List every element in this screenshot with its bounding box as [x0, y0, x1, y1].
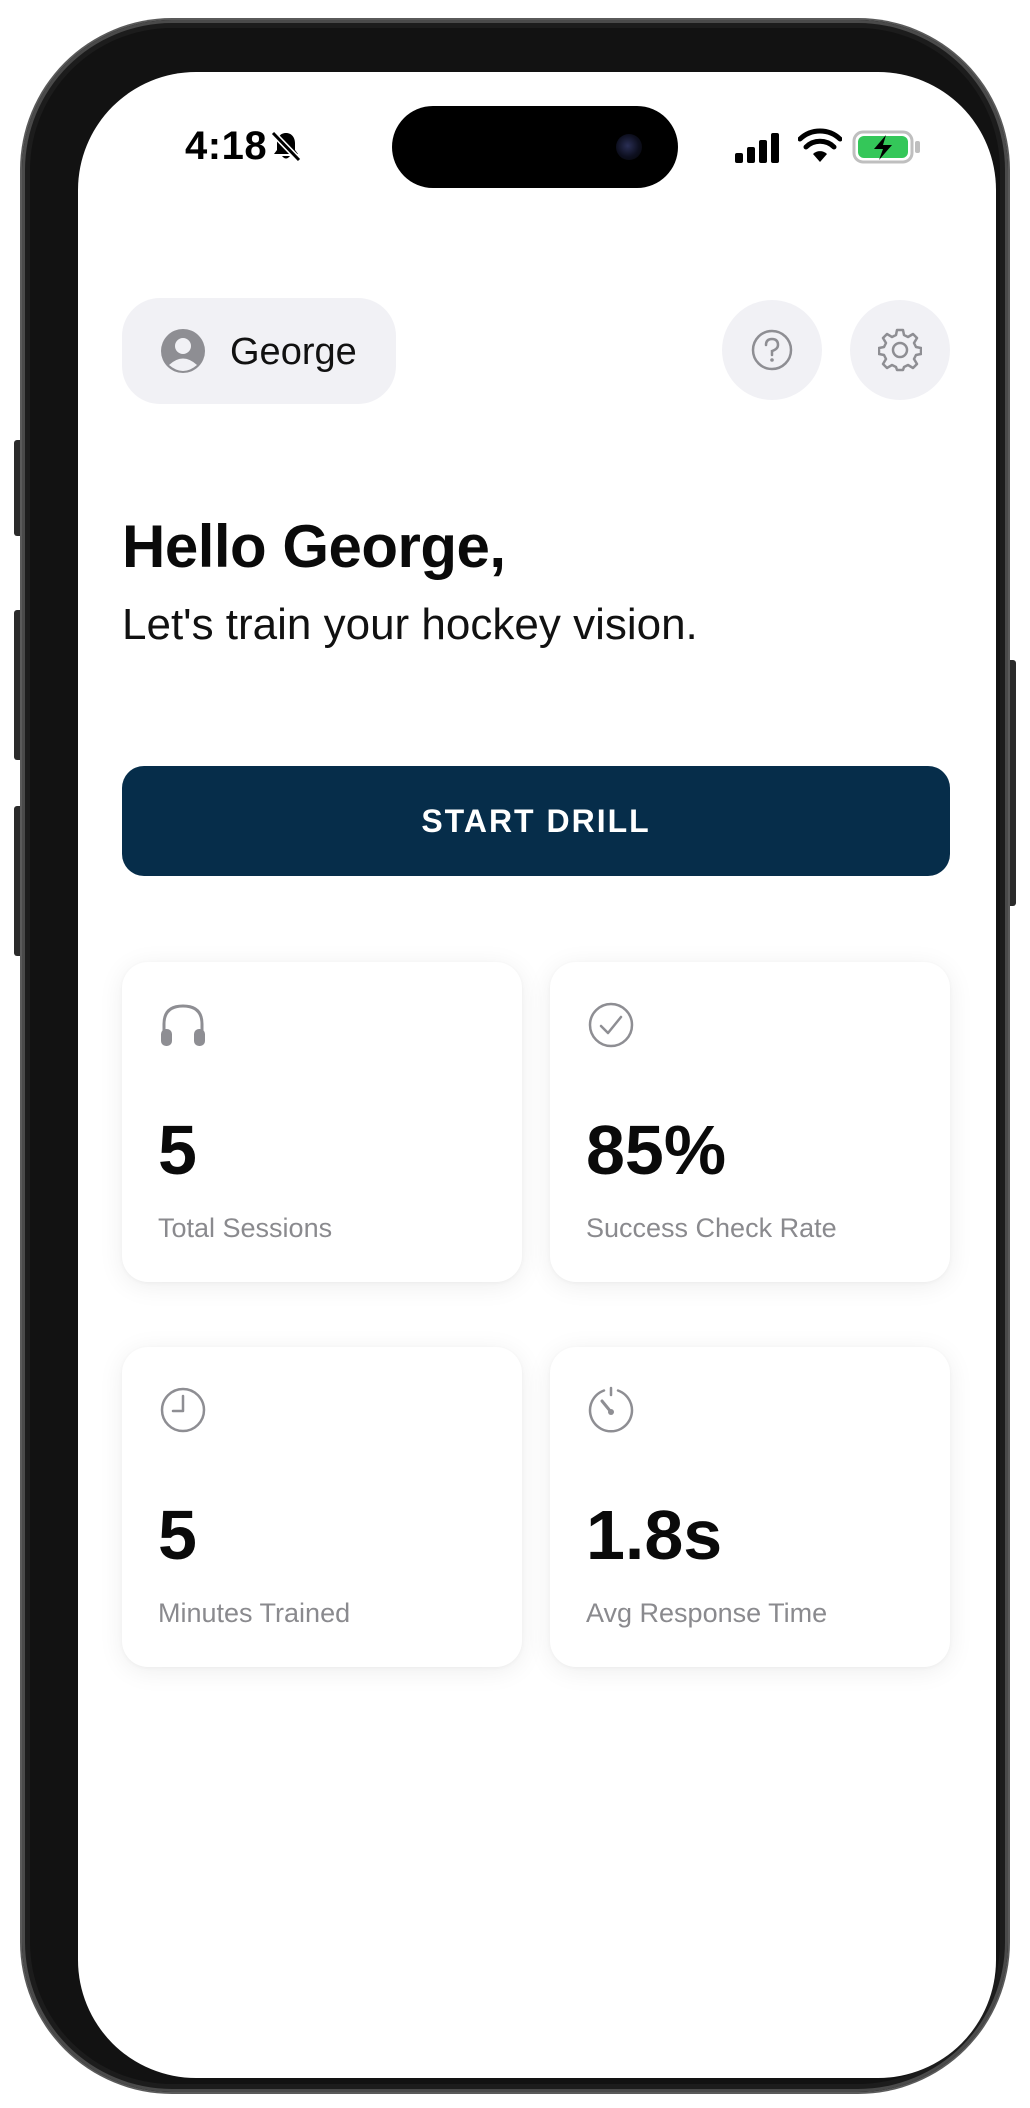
greeting-title: Hello George,: [122, 513, 506, 580]
gauge-icon: [588, 1386, 634, 1433]
stat-label: Total Sessions: [158, 1213, 333, 1243]
stat-card-minutes-trained: 5 Minutes Trained: [122, 1347, 522, 1667]
headphones-icon: [161, 1004, 205, 1046]
stat-label: Avg Response Time: [586, 1598, 828, 1628]
wifi-icon: [798, 128, 842, 162]
checkmark-circle-icon: [588, 1002, 634, 1048]
question-circle-icon: [751, 329, 793, 371]
bell-slash-icon: [270, 130, 302, 163]
settings-button[interactable]: [850, 300, 950, 400]
stat-value: 85%: [586, 1111, 727, 1189]
front-camera: [616, 134, 642, 160]
help-button[interactable]: [722, 300, 822, 400]
stat-card-success-rate: 85% Success Check Rate: [550, 962, 950, 1282]
person-circle-icon: [161, 329, 205, 373]
gear-icon: [878, 328, 922, 372]
clock-icon: [160, 1387, 206, 1433]
stat-value: 5: [158, 1496, 197, 1574]
user-profile-button[interactable]: George: [122, 298, 396, 404]
stat-value: 5: [158, 1111, 197, 1189]
status-time: 4:18: [185, 124, 268, 168]
stat-card-total-sessions: 5 Total Sessions: [122, 962, 522, 1282]
stat-label: Minutes Trained: [158, 1598, 351, 1628]
dynamic-island: [392, 106, 678, 188]
cellular-signal-icon: [735, 133, 779, 163]
user-name: George: [230, 331, 357, 373]
greeting-subtitle: Let's train your hockey vision.: [122, 600, 698, 649]
start-drill-button[interactable]: START DRILL: [122, 766, 950, 876]
stat-value: 1.8s: [586, 1496, 723, 1574]
screen: 4:18 George Hello George, Let's train yo…: [78, 72, 996, 2078]
stat-card-avg-response-time: 1.8s Avg Response Time: [550, 1347, 950, 1667]
stat-label: Success Check Rate: [586, 1213, 837, 1243]
phone-frame: 4:18 George Hello George, Let's train yo…: [22, 20, 1008, 2092]
battery-charging-icon: [852, 130, 920, 164]
